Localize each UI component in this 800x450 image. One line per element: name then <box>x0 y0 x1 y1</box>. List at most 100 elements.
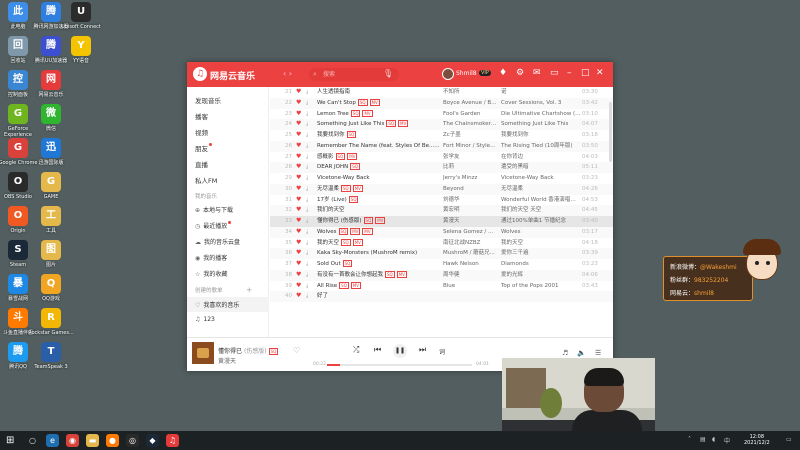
liked-heart-icon[interactable]: ♥ <box>296 248 301 259</box>
song-title[interactable]: Remember The Name (feat. Styles Of Be...… <box>317 141 442 152</box>
skin-icon[interactable]: ♦ <box>499 68 507 78</box>
liked-heart-icon[interactable]: ♥ <box>296 109 301 120</box>
previous-icon[interactable]: ⏮ <box>374 345 381 355</box>
song-row[interactable]: 32 ♥ ⤓ 我们的天空 黄宏明 我们的天空 天空 04:45 <box>270 205 613 216</box>
song-title[interactable]: Lemon Tree SQ MV <box>317 109 442 120</box>
song-album[interactable]: 遭受的黑暗 <box>501 162 581 173</box>
song-artist[interactable]: 黄漫天 <box>443 216 498 227</box>
song-artist[interactable]: 不知所 <box>443 87 498 98</box>
obs-taskbar-icon[interactable]: ◎ <box>126 434 139 447</box>
playlist-queue-icon[interactable]: ☰ <box>595 349 601 357</box>
desktop-icon[interactable]: Q QQ游戏 <box>28 274 74 302</box>
song-title[interactable]: 感概影 SQ MV <box>317 152 442 163</box>
song-row[interactable]: 34 ♥ ⤓ Wolves SQ MV MV Selena Gomez / Ma... Wolv… <box>270 226 613 238</box>
liked-heart-icon[interactable]: ♥ <box>296 205 301 216</box>
song-title[interactable]: Vicetone-Way Back <box>317 173 442 184</box>
clock[interactable]: 12:08 2021/12/2 <box>744 434 770 446</box>
download-icon[interactable]: ⤓ <box>306 130 308 141</box>
volume-icon[interactable]: 🔈 <box>577 349 586 357</box>
song-album[interactable]: Something Just Like This <box>501 119 581 130</box>
folder-taskbar-icon[interactable]: ▬ <box>86 434 99 447</box>
song-album[interactable]: 爱你三千遍 <box>501 248 581 259</box>
liked-heart-icon[interactable]: ♥ <box>296 259 301 270</box>
maximize-icon[interactable]: □ <box>581 68 590 78</box>
song-row[interactable]: 23 ♥ ⤓ Lemon Tree SQ MV Fool's Garden Die Ultim… <box>270 109 613 120</box>
song-row[interactable]: 28 ♥ ⤓ DEAR JOHN SQ 比莉 遭受的黑暗 05:11 <box>270 162 613 173</box>
sidebar-item-discover[interactable]: 发现音乐 <box>195 95 221 105</box>
song-title[interactable]: 人生透镜指南 <box>317 87 442 98</box>
song-artist[interactable]: Beyond <box>443 184 498 195</box>
ime-icon[interactable]: 中 <box>724 436 730 445</box>
song-row[interactable]: 27 ♥ ⤓ 感概影 SQ MV 张学友 在你背边 04:03 <box>270 152 613 163</box>
desktop-icon[interactable]: G GAME <box>28 172 74 200</box>
song-album[interactable]: Wonderful World 香港演唱会... <box>501 195 581 206</box>
sidebar-item-cloud[interactable]: ☁ 我的音乐云盘 <box>195 237 240 246</box>
liked-heart-icon[interactable]: ♥ <box>296 216 301 227</box>
song-artist[interactable]: 比莉 <box>443 162 498 173</box>
song-artist[interactable]: Boyce Avenue / Be... <box>443 98 498 109</box>
song-title[interactable]: 无尽温柔 SQ MV <box>317 184 442 195</box>
shuffle-icon[interactable]: ⤮ <box>353 345 359 355</box>
song-album[interactable]: 我们的天空 天空 <box>501 205 581 216</box>
liked-heart-icon[interactable]: ♥ <box>296 291 301 302</box>
song-row[interactable]: 40 ♥ ⤓ 好了 <box>270 291 613 302</box>
song-row[interactable]: 26 ♥ ⤓ Remember The Name (feat. Styles Of B… <box>270 140 613 152</box>
song-artist[interactable]: Fool's Garden <box>443 109 498 120</box>
song-row[interactable]: 36 ♥ ⤓ Kaka Sky-Monsters (MushroM remix) Mus… <box>270 248 613 259</box>
sidebar-item-friends[interactable]: 朋友 <box>195 143 212 153</box>
quality-icon[interactable]: ♬ <box>562 349 568 357</box>
nav-arrows[interactable]: ‹ › <box>283 69 292 78</box>
liked-heart-icon[interactable]: ♥ <box>296 270 301 281</box>
song-title[interactable]: 17岁 (Live) SQ <box>317 195 442 206</box>
mail-icon[interactable]: ✉ <box>533 68 541 78</box>
song-title[interactable]: Something Just Like This SQ MV <box>317 119 442 130</box>
song-artist[interactable]: Hawk Nelson <box>443 259 498 270</box>
download-icon[interactable]: ⤓ <box>306 173 308 184</box>
sidebar-item-live[interactable]: 直播 <box>195 159 208 169</box>
song-album[interactable]: 我要找到你 <box>501 130 581 141</box>
song-title[interactable]: Kaka Sky-Monsters (MushroM remix) <box>317 248 442 259</box>
song-album[interactable]: 爱的光辉 <box>501 270 581 281</box>
song-album[interactable]: Diamonds <box>501 259 581 270</box>
desktop-icon[interactable]: 工工具 <box>28 206 74 234</box>
liked-heart-icon[interactable]: ♥ <box>296 184 301 195</box>
song-artist[interactable]: 黄宏明 <box>443 205 498 216</box>
username[interactable]: Shmil8 <box>456 70 477 77</box>
song-title[interactable]: Sold Out SQ <box>317 259 442 270</box>
download-icon[interactable]: ⤓ <box>306 141 308 152</box>
song-album[interactable]: The Rising Tied (10周年版) <box>501 141 581 152</box>
sidebar-item-my-podcast[interactable]: ◉ 我的播客 <box>195 253 227 262</box>
download-icon[interactable]: ⤓ <box>306 195 308 206</box>
chrome-taskbar-icon[interactable]: ◉ <box>66 434 79 447</box>
song-artist[interactable]: Fort Minor / Styles ... <box>443 141 498 152</box>
song-album[interactable]: Vicetone-Way Back <box>501 173 581 184</box>
song-artist[interactable]: Zc子墨 <box>443 130 498 141</box>
desktop-icon[interactable]: Y YY语音 <box>58 36 104 64</box>
song-title[interactable]: 我要找到你 SQ <box>317 130 442 141</box>
liked-heart-icon[interactable]: ♥ <box>296 227 301 238</box>
netease-taskbar-icon[interactable]: ♫ <box>166 434 179 447</box>
liked-heart-icon[interactable]: ♥ <box>296 281 301 292</box>
song-artist[interactable]: 刘德华 <box>443 195 498 206</box>
douyu-taskbar-icon[interactable]: ● <box>106 434 119 447</box>
liked-heart-icon[interactable]: ♥ <box>296 195 301 206</box>
minimize-icon[interactable]: – <box>567 68 572 78</box>
song-title[interactable]: 我的天空 SQ MV <box>317 238 442 249</box>
album-cover[interactable] <box>192 342 214 364</box>
pause-button[interactable]: ❚❚ <box>393 344 407 358</box>
song-row[interactable]: 29 ♥ ⤓ Vicetone-Way Back Jerry's Minzz Viceto… <box>270 173 613 184</box>
desktop-icon[interactable]: 迅迅游国际版 <box>28 138 74 166</box>
sidebar-item-local[interactable]: ⊕ 本地与下载 <box>195 205 233 214</box>
song-artist[interactable]: 南征北战NZBZ <box>443 238 498 249</box>
download-icon[interactable]: ⤓ <box>306 248 308 259</box>
liked-heart-icon[interactable]: ♥ <box>296 87 301 98</box>
avatar[interactable] <box>442 68 454 80</box>
song-album[interactable]: 在你背边 <box>501 152 581 163</box>
song-title[interactable]: 好了 <box>317 291 442 302</box>
next-icon[interactable]: ⏭ <box>419 345 426 355</box>
sidebar-item-podcast[interactable]: 播客 <box>195 111 208 121</box>
download-icon[interactable]: ⤓ <box>306 281 308 292</box>
mini-mode-icon[interactable]: ▭ <box>550 68 559 78</box>
song-title[interactable]: We Can't Stop SQ MV <box>317 98 442 109</box>
download-icon[interactable]: ⤓ <box>306 109 308 120</box>
